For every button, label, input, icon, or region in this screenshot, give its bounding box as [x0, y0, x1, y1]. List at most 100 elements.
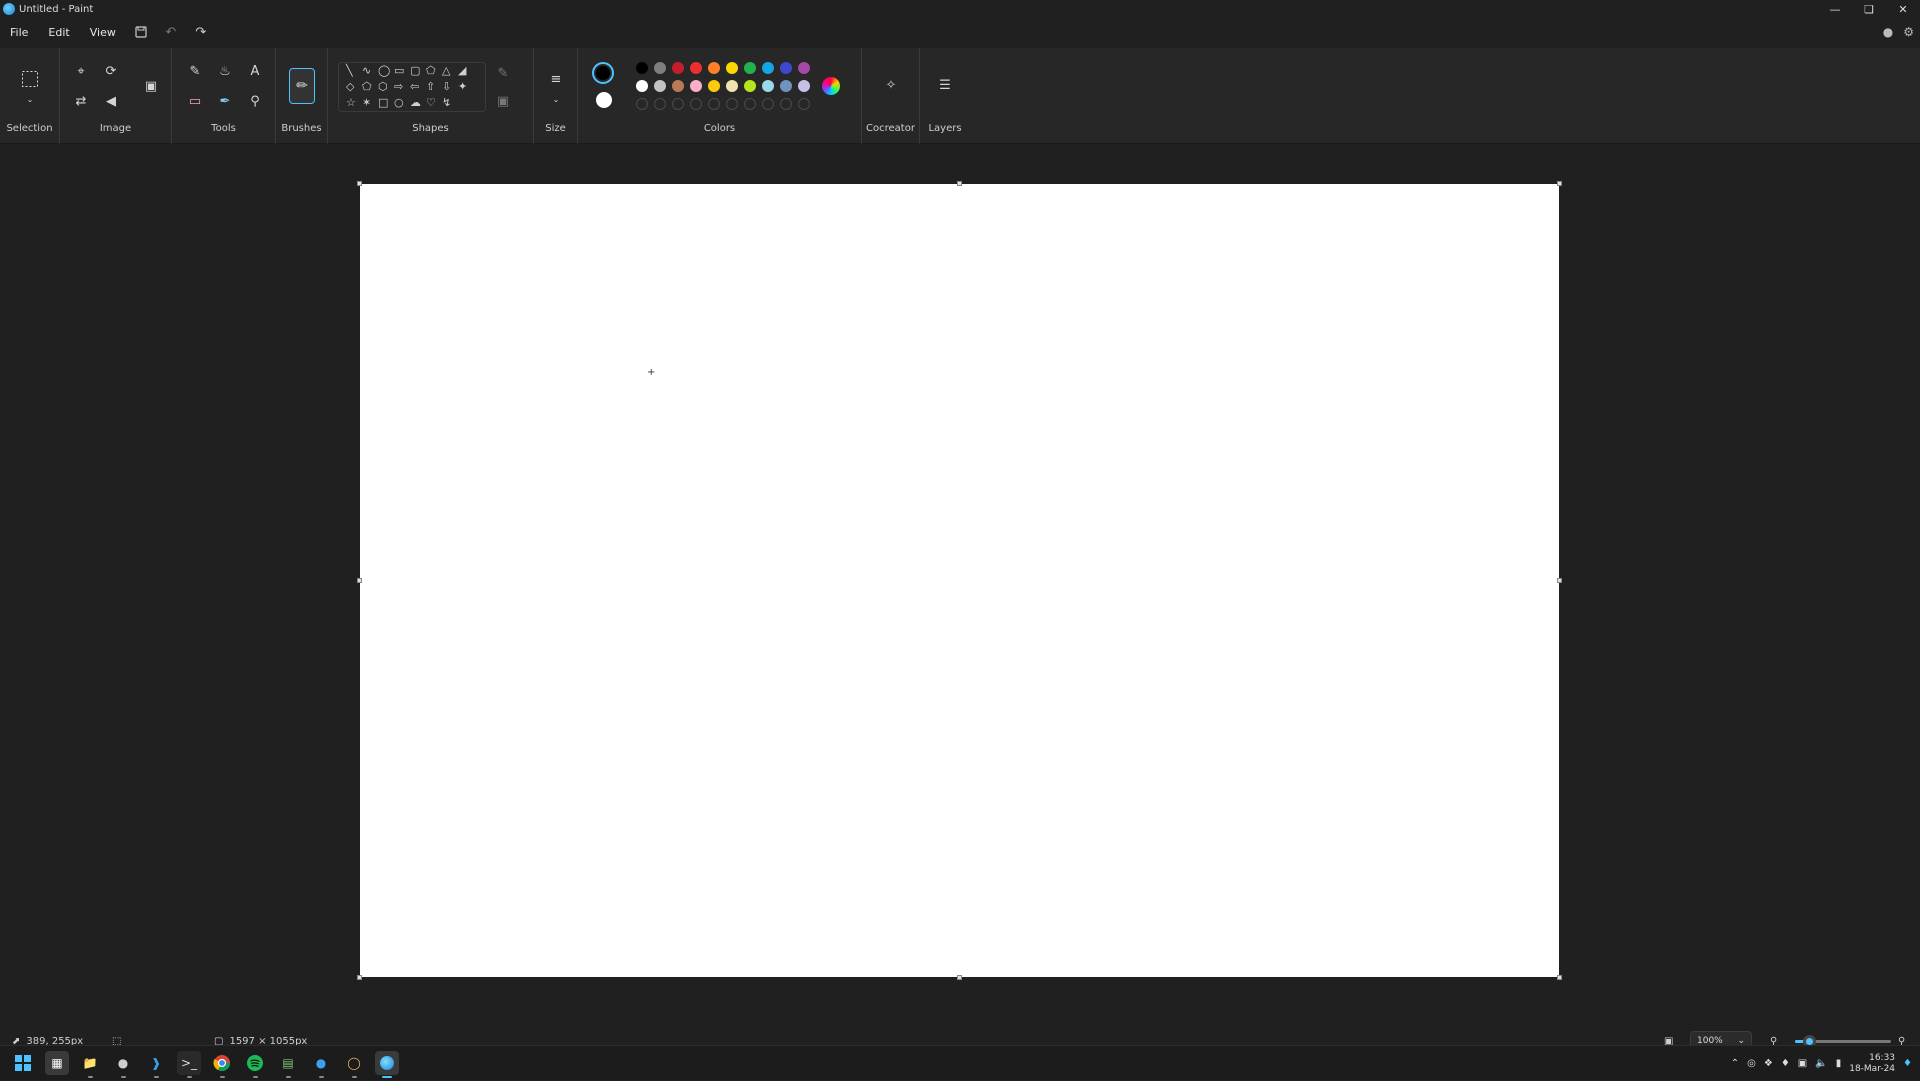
color-swatch[interactable] [672, 62, 684, 74]
resize-handle-mr[interactable] [1557, 578, 1562, 583]
eraser-icon[interactable]: ▭ [184, 90, 206, 112]
select-rectangle-icon[interactable] [19, 68, 41, 90]
color-swatch[interactable] [726, 62, 738, 74]
resize-handle-tr[interactable] [1557, 181, 1562, 186]
brush-button[interactable]: ✏ [289, 68, 315, 104]
custom-color-slot[interactable] [636, 98, 648, 110]
spotify-icon[interactable] [243, 1051, 267, 1078]
chrome-icon[interactable] [210, 1051, 234, 1078]
color-swatch[interactable] [690, 62, 702, 74]
oval-shape-icon[interactable]: ◯ [378, 64, 392, 78]
minimize-button[interactable]: — [1818, 0, 1852, 18]
menu-edit[interactable]: Edit [38, 26, 79, 39]
color-swatch[interactable] [744, 62, 756, 74]
app-icon-3[interactable]: ◯ [342, 1051, 366, 1078]
four-point-star-shape-icon[interactable]: ✦ [458, 80, 472, 94]
resize-handle-bm[interactable] [957, 975, 962, 980]
curve-shape-icon[interactable]: ∿ [362, 64, 376, 78]
tray-app-icon-2[interactable]: ❖ [1764, 1058, 1773, 1069]
arrow-down-shape-icon[interactable]: ⇩ [442, 80, 456, 94]
shape-outline-icon[interactable]: ✎ [492, 62, 514, 84]
arrow-right-shape-icon[interactable]: ⇨ [394, 80, 408, 94]
color-swatch[interactable] [708, 62, 720, 74]
file-explorer-icon[interactable]: 📁 [78, 1051, 102, 1078]
shape-fill-icon[interactable]: ▣ [492, 90, 514, 112]
resize-handle-br[interactable] [1557, 975, 1562, 980]
callout-oval-shape-icon[interactable]: ○ [394, 96, 408, 110]
settings-gear-icon[interactable]: ⚙ [1903, 25, 1914, 39]
drawing-canvas[interactable]: + [360, 184, 1559, 977]
resize-handle-bl[interactable] [357, 975, 362, 980]
resize-handle-tm[interactable] [957, 181, 962, 186]
notepad-icon[interactable]: ▤ [276, 1051, 300, 1078]
zoom-slider[interactable] [1795, 1035, 1891, 1048]
arrow-up-shape-icon[interactable]: ⇧ [426, 80, 440, 94]
custom-color-slot[interactable] [708, 98, 720, 110]
six-point-star-shape-icon[interactable]: ✶ [362, 96, 376, 110]
maximize-button[interactable]: ❏ [1852, 0, 1886, 18]
fill-bucket-icon[interactable]: ♨ [214, 60, 236, 82]
color-swatch[interactable] [708, 80, 720, 92]
pencil-icon[interactable]: ✎ [184, 60, 206, 82]
edit-colors-icon[interactable] [822, 77, 840, 95]
vscode-icon[interactable]: ❱ [144, 1051, 168, 1078]
pentagon-shape-icon[interactable]: ⬠ [362, 80, 376, 94]
line-shape-icon[interactable]: ╲ [346, 64, 360, 78]
color-swatch[interactable] [744, 80, 756, 92]
undo-icon[interactable]: ↶ [156, 20, 186, 44]
color-swatch[interactable] [654, 80, 666, 92]
color-swatch[interactable] [780, 62, 792, 74]
callout-cloud-shape-icon[interactable]: ☁ [410, 96, 424, 110]
rectangle-shape-icon[interactable]: ▭ [394, 64, 408, 78]
resize-handle-tl[interactable] [357, 181, 362, 186]
custom-color-slot[interactable] [780, 98, 792, 110]
account-icon[interactable]: ● [1883, 25, 1893, 39]
callout-rect-shape-icon[interactable]: □ [378, 96, 392, 110]
clock[interactable]: 16:33 18-Mar-24 [1849, 1053, 1895, 1075]
redo-icon[interactable]: ↷ [186, 20, 216, 44]
app-icon-2[interactable]: ● [309, 1051, 333, 1078]
flip-icon[interactable]: ◀ [100, 90, 122, 112]
color-swatch[interactable] [636, 62, 648, 74]
custom-color-slot[interactable] [762, 98, 774, 110]
color-swatch[interactable] [726, 80, 738, 92]
rounded-rectangle-shape-icon[interactable]: ▢ [410, 64, 424, 78]
color-swatch[interactable] [762, 62, 774, 74]
custom-color-slot[interactable] [690, 98, 702, 110]
hexagon-shape-icon[interactable]: ⬡ [378, 80, 392, 94]
color-swatch[interactable] [690, 80, 702, 92]
notification-bell-icon[interactable]: ♦ [1903, 1058, 1912, 1069]
right-triangle-shape-icon[interactable]: ◢ [458, 64, 472, 78]
color-swatch[interactable] [654, 62, 666, 74]
secondary-color[interactable] [596, 92, 612, 108]
color-swatch[interactable] [780, 80, 792, 92]
task-view-icon[interactable]: ▦ [45, 1051, 69, 1075]
custom-color-slot[interactable] [654, 98, 666, 110]
paint-taskbar-icon[interactable] [375, 1051, 399, 1078]
battery-icon[interactable]: ▮ [1836, 1058, 1842, 1069]
color-swatch[interactable] [636, 80, 648, 92]
five-point-star-shape-icon[interactable]: ☆ [346, 96, 360, 110]
text-icon[interactable]: A [244, 60, 266, 82]
diamond-shape-icon[interactable]: ◇ [346, 80, 360, 94]
tray-app-icon-1[interactable]: ◎ [1747, 1058, 1756, 1069]
color-swatch[interactable] [762, 80, 774, 92]
primary-color[interactable] [592, 62, 614, 84]
arrow-left-shape-icon[interactable]: ⇦ [410, 80, 424, 94]
color-swatch[interactable] [672, 80, 684, 92]
resize-handle-ml[interactable] [357, 578, 362, 583]
terminal-icon[interactable]: >_ [177, 1051, 201, 1078]
start-button-icon[interactable] [11, 1051, 35, 1075]
menu-file[interactable]: File [0, 26, 38, 39]
chevron-up-icon[interactable]: ⌃ [1731, 1058, 1739, 1069]
crop-icon[interactable]: ⌖ [70, 60, 92, 82]
rotate-icon[interactable]: ⟳ [100, 60, 122, 82]
heart-shape-icon[interactable]: ♡ [426, 96, 440, 110]
save-icon[interactable] [126, 20, 156, 44]
close-button[interactable]: ✕ [1886, 0, 1920, 18]
color-picker-icon[interactable]: ✒ [214, 90, 236, 112]
triangle-shape-icon[interactable]: △ [442, 64, 456, 78]
lightning-shape-icon[interactable]: ↯ [442, 96, 456, 110]
color-swatch[interactable] [798, 80, 810, 92]
layers-icon[interactable]: ☰ [934, 74, 956, 96]
